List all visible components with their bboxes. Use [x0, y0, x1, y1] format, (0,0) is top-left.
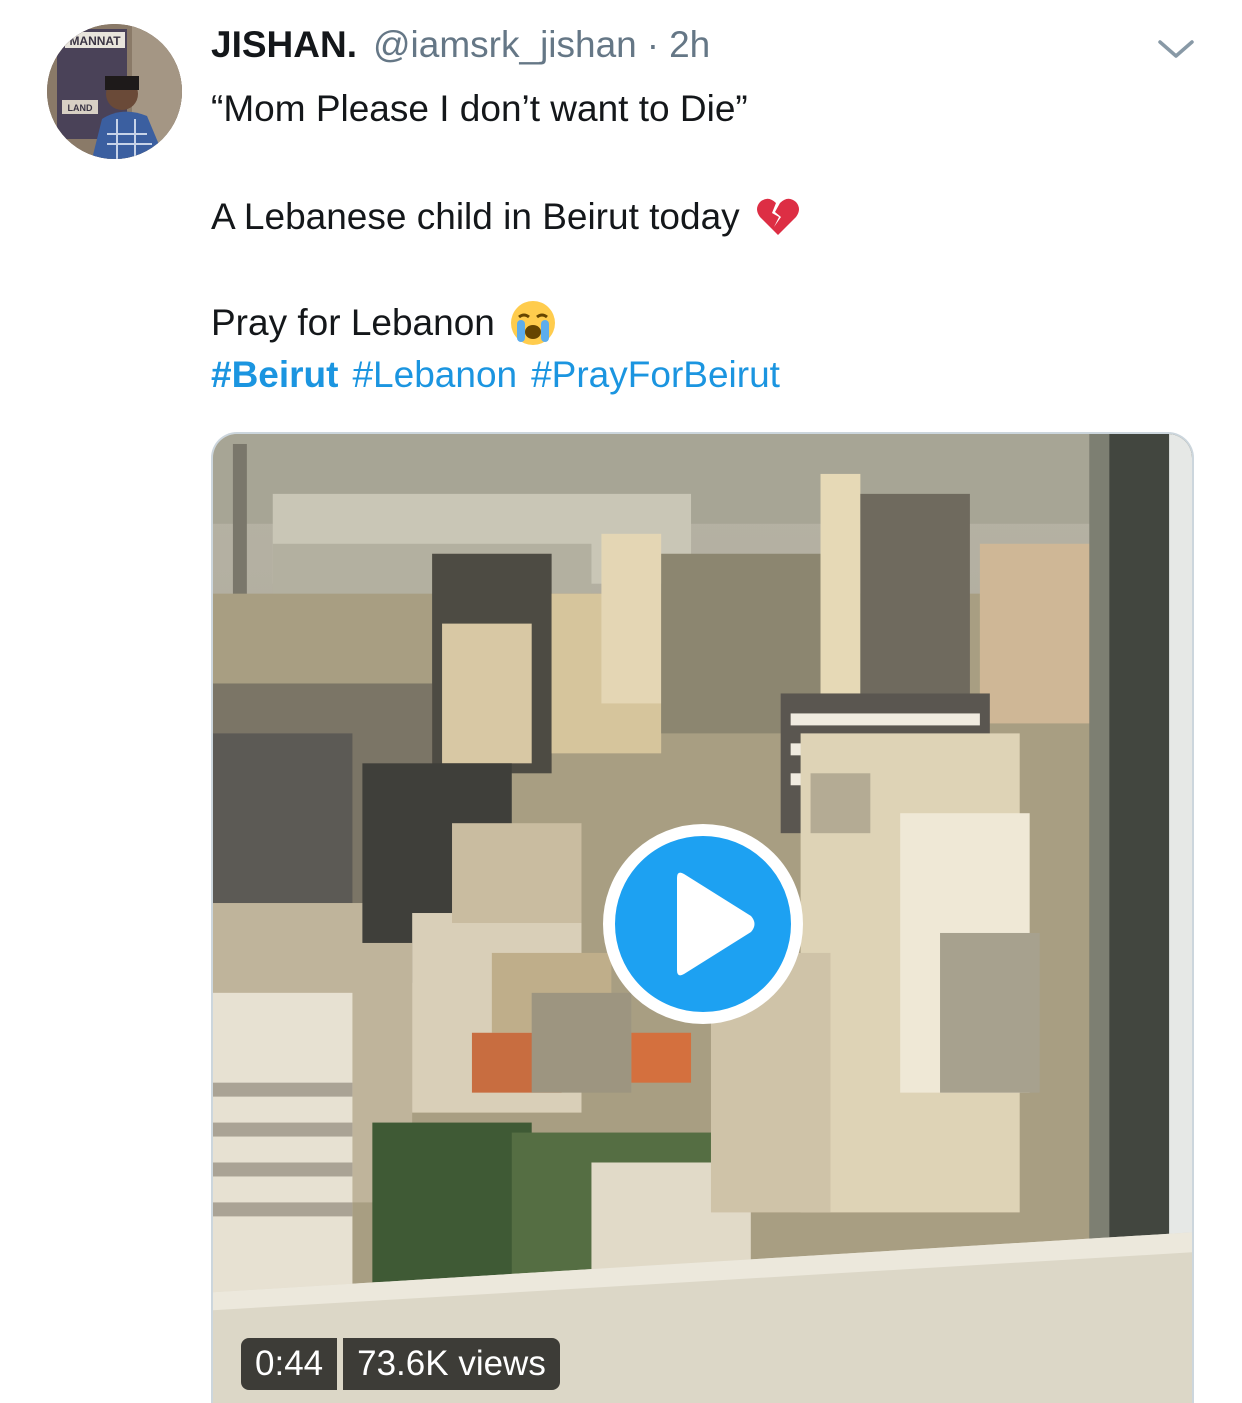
- video-info-badges: 0:44 73.6K views: [241, 1338, 560, 1390]
- hashtag-prayforbeirut[interactable]: #PrayForBeirut: [531, 354, 780, 395]
- tweet-text: “Mom Please I don’t want to Die”: [211, 88, 748, 129]
- tweet-text-line-2: A Lebanese child in Beirut today: [211, 190, 802, 244]
- avatar[interactable]: MANNAT LAND: [47, 24, 182, 159]
- hashtags: #Beirut #Lebanon #PrayForBeirut: [211, 354, 794, 396]
- user-handle[interactable]: @iamsrk_jishan: [373, 24, 637, 66]
- crying-face-emoji: [509, 299, 557, 347]
- tweet-text: A Lebanese child in Beirut today: [211, 196, 740, 237]
- play-button[interactable]: [603, 824, 803, 1024]
- tweet[interactable]: MANNAT LAND JISHAN. @iamsrk_jishan · 2h …: [0, 0, 1242, 1403]
- svg-text:LAND: LAND: [68, 103, 93, 113]
- tweet-text-line-3: Pray for Lebanon: [211, 296, 557, 350]
- video-player[interactable]: 0:44 73.6K views: [211, 432, 1194, 1403]
- tweet-text-line-1: “Mom Please I don’t want to Die”: [211, 82, 748, 136]
- tweet-text: Pray for Lebanon: [211, 302, 495, 343]
- chevron-down-icon[interactable]: [1156, 34, 1196, 64]
- display-name[interactable]: JISHAN.: [211, 24, 357, 66]
- broken-heart-emoji: [754, 193, 802, 241]
- timestamp[interactable]: 2h: [669, 24, 710, 66]
- hashtag-lebanon[interactable]: #Lebanon: [352, 354, 517, 395]
- play-icon: [677, 872, 755, 976]
- tweet-header: JISHAN. @iamsrk_jishan · 2h: [211, 24, 710, 74]
- video-view-count: 73.6K views: [343, 1338, 560, 1390]
- hashtag-beirut[interactable]: #Beirut: [211, 354, 338, 395]
- svg-text:MANNAT: MANNAT: [69, 34, 121, 48]
- avatar-image: MANNAT LAND: [47, 24, 182, 159]
- video-duration: 0:44: [241, 1338, 338, 1390]
- separator-dot: ·: [646, 24, 660, 65]
